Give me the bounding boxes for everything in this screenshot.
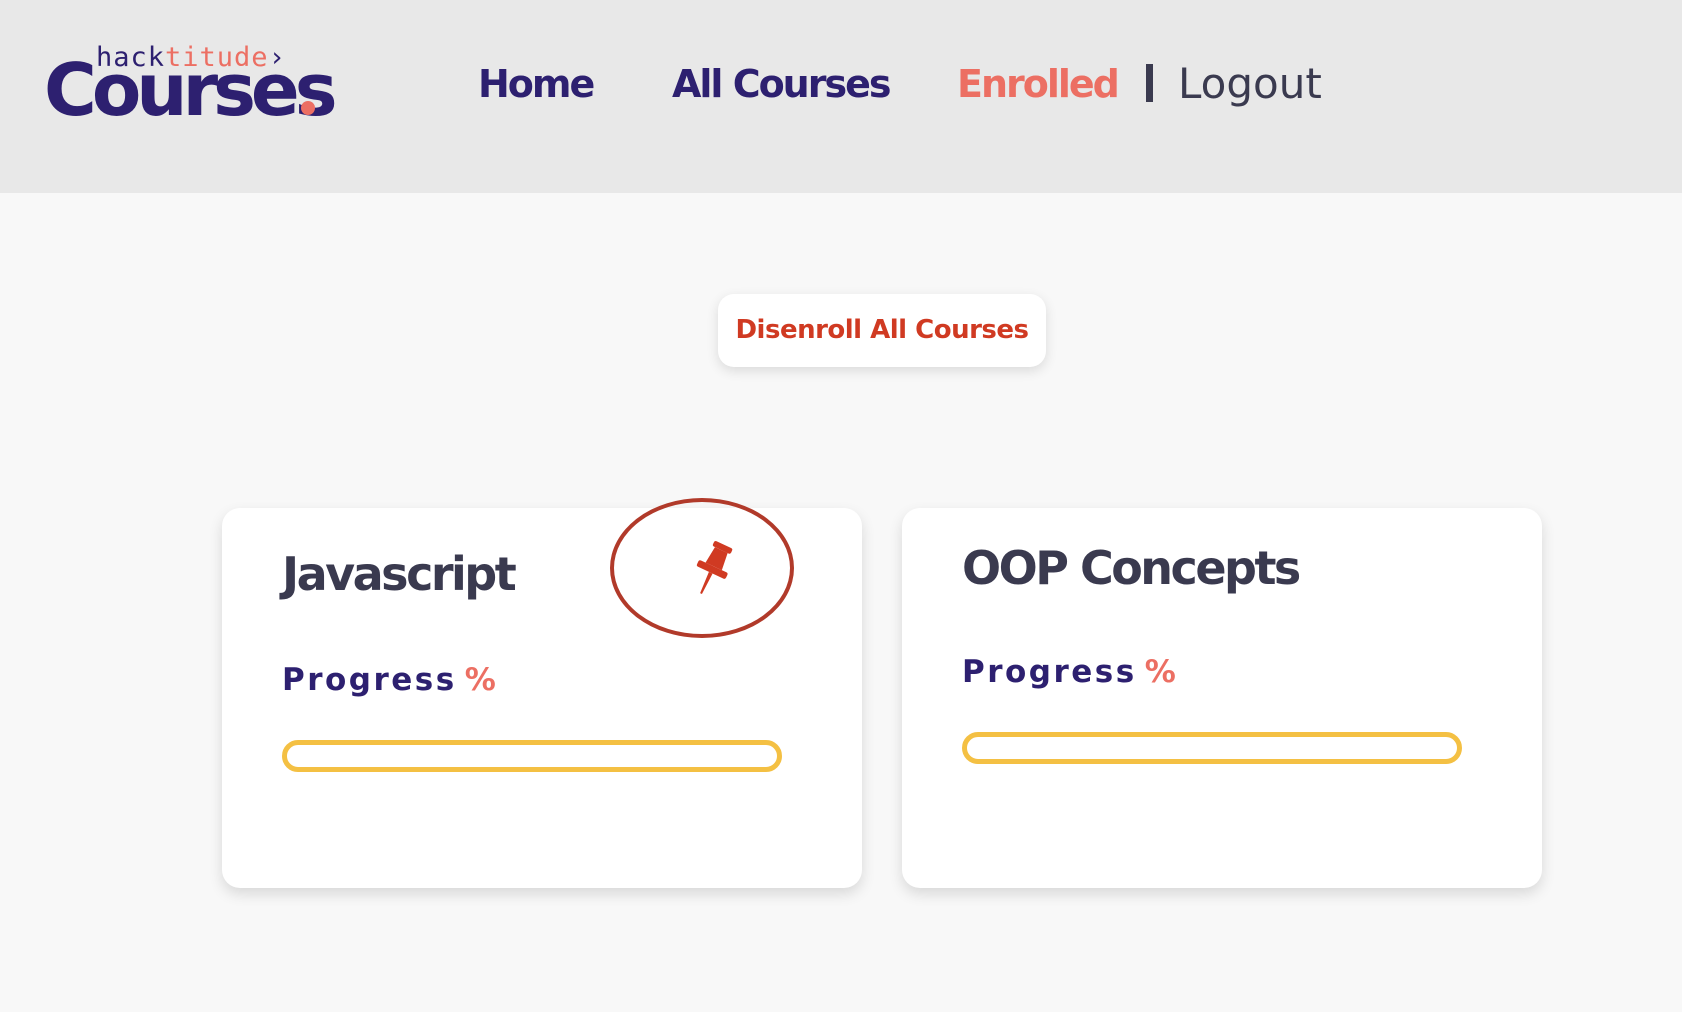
progress-bar bbox=[962, 732, 1462, 764]
progress-label: Progress% bbox=[282, 660, 498, 700]
logo-wordmark: Courses bbox=[44, 48, 338, 132]
nav-home-link[interactable]: Home bbox=[478, 60, 595, 108]
course-title: OOP Concepts bbox=[962, 541, 1301, 595]
course-title: Javascript bbox=[282, 547, 517, 601]
progress-percent: % bbox=[464, 662, 499, 698]
nav-enrolled-link[interactable]: Enrolled bbox=[957, 60, 1120, 108]
progress-percent: % bbox=[1144, 654, 1179, 690]
top-navbar: hacktitude› Courses Home All Courses Enr… bbox=[0, 0, 1682, 193]
nav-all-courses-link[interactable]: All Courses bbox=[672, 60, 891, 108]
progress-label-text: Progress bbox=[962, 654, 1137, 690]
disenroll-all-button[interactable]: Disenroll All Courses bbox=[718, 294, 1046, 367]
pushpin-icon[interactable] bbox=[688, 540, 736, 600]
course-card[interactable]: Javascript Progress% bbox=[222, 498, 862, 888]
progress-bar bbox=[282, 740, 782, 772]
progress-label: Progress% bbox=[962, 652, 1178, 692]
logout-link[interactable]: Logout bbox=[1178, 58, 1322, 110]
logo-dot bbox=[301, 101, 315, 115]
progress-label-text: Progress bbox=[282, 662, 457, 698]
logo[interactable]: hacktitude› Courses bbox=[44, 40, 338, 130]
course-card[interactable]: OOP Concepts Progress% bbox=[902, 508, 1542, 888]
nav-divider bbox=[1146, 64, 1153, 102]
